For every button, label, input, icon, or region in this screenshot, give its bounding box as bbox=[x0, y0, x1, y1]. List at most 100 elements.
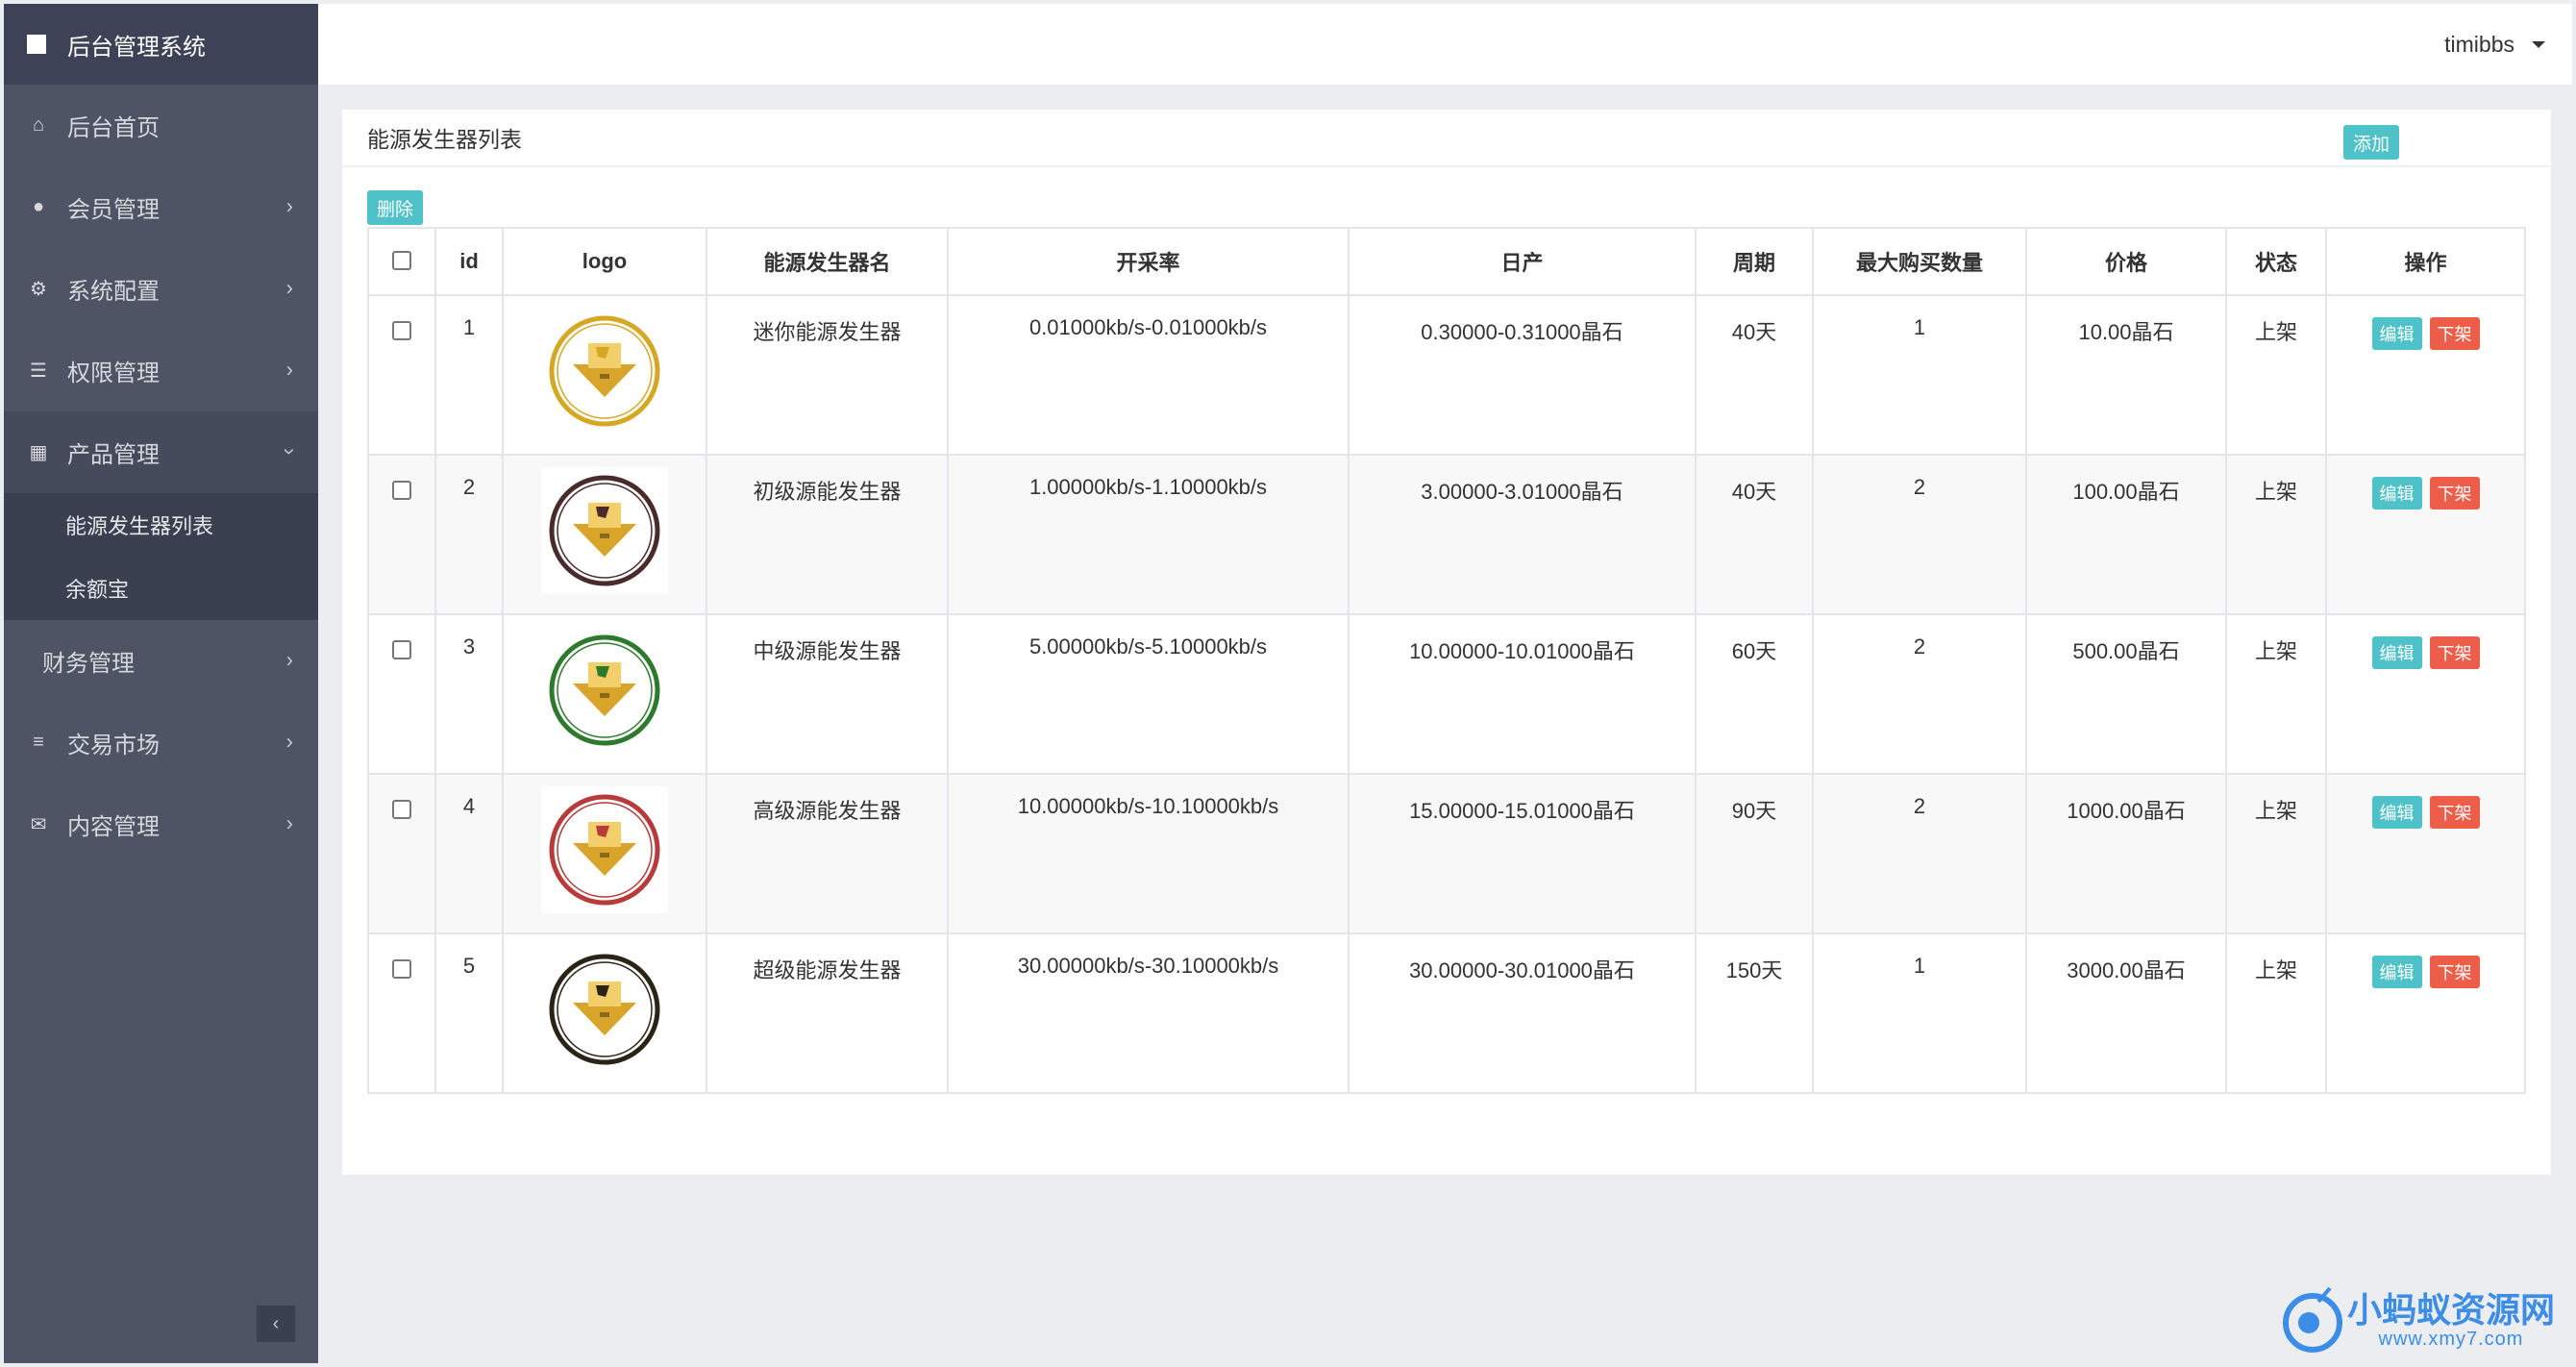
sidebar-item-permissions[interactable]: ☰ 权限管理 › bbox=[4, 330, 318, 411]
price-cell: 1000.00晶石 bbox=[2025, 773, 2227, 934]
tasks-icon: ☰ bbox=[30, 360, 47, 382]
watermark: 小蚂蚁资源网 www.xmy7.com bbox=[2280, 1284, 2555, 1357]
user-menu[interactable]: timibbs bbox=[2444, 32, 2545, 58]
column-header: id bbox=[434, 227, 504, 296]
status-cell: 上架 bbox=[2225, 454, 2327, 615]
generator-badge-icon bbox=[549, 634, 660, 746]
envelope-icon: ✉ bbox=[30, 814, 47, 835]
panel-header: 能源发生器列表 添加 bbox=[342, 110, 2551, 167]
rate-cell: 5.00000kb/s-5.10000kb/s bbox=[947, 613, 1350, 775]
app-title: 后台管理系统 bbox=[67, 34, 206, 61]
sidebar-item-label: 交易市场 bbox=[67, 733, 160, 758]
sidebar-item-label: 权限管理 bbox=[67, 360, 160, 386]
rate-cell: 30.00000kb/s-30.10000kb/s bbox=[947, 932, 1350, 1094]
windows-icon: ▦ bbox=[29, 442, 48, 463]
sidebar-item-content[interactable]: ✉ 内容管理 › bbox=[4, 783, 318, 865]
row-checkbox[interactable] bbox=[392, 481, 411, 500]
table-row: 3 中级源能发生器 5.00000kb/s-5.10000kb/s 10.00000-… bbox=[367, 613, 2526, 775]
period-cell: 40天 bbox=[1695, 454, 1814, 615]
table-row: 5 超级能源发生器 30.00000kb/s-30.10000kb/s 30.0000… bbox=[367, 932, 2526, 1094]
caret-down-icon bbox=[2532, 40, 2545, 48]
column-header: 周期 bbox=[1695, 227, 1814, 296]
delete-button[interactable]: 删除 bbox=[367, 190, 424, 225]
home-icon: ⌂ bbox=[32, 114, 45, 136]
name-cell: 初级源能发生器 bbox=[706, 454, 949, 615]
select-all-checkbox[interactable] bbox=[392, 251, 411, 270]
logo-cell bbox=[502, 773, 707, 934]
column-header: logo bbox=[502, 227, 707, 296]
row-select-cell bbox=[367, 773, 436, 934]
sidebar-item-home[interactable]: ⌂ 后台首页 bbox=[4, 85, 318, 166]
generator-logo bbox=[541, 946, 668, 1073]
price-cell: 10.00晶石 bbox=[2025, 294, 2227, 456]
name-cell: 迷你能源发生器 bbox=[706, 294, 949, 456]
table-row: 4 高级源能发生器 10.00000kb/s-10.10000kb/s 15.0000… bbox=[367, 773, 2526, 934]
sidebar-item-finance[interactable]: 财务管理 › bbox=[4, 620, 318, 702]
sidebar-item-market[interactable]: ≡ 交易市场 › bbox=[4, 702, 318, 783]
logo-cell bbox=[502, 294, 707, 456]
actions-cell: 编辑 下架 bbox=[2325, 613, 2526, 775]
status-cell: 上架 bbox=[2225, 773, 2327, 934]
chevron-right-icon: › bbox=[285, 275, 293, 300]
row-checkbox[interactable] bbox=[392, 321, 411, 340]
chevron-right-icon: › bbox=[285, 729, 293, 754]
row-checkbox[interactable] bbox=[392, 640, 411, 659]
watermark-text: 小蚂蚁资源网 bbox=[2346, 1289, 2555, 1330]
sidebar-subitem-generator-list[interactable]: 能源发生器列表 bbox=[4, 493, 318, 557]
rate-cell: 0.01000kb/s-0.01000kb/s bbox=[947, 294, 1350, 456]
actions-cell: 编辑 下架 bbox=[2325, 932, 2526, 1094]
status-cell: 上架 bbox=[2225, 294, 2327, 456]
unlist-button[interactable]: 下架 bbox=[2429, 796, 2480, 829]
column-header: 最大购买数量 bbox=[1812, 227, 2027, 296]
generator-badge-icon bbox=[549, 475, 660, 586]
max-cell: 2 bbox=[1812, 613, 2027, 775]
page-title: 能源发生器列表 bbox=[367, 127, 522, 152]
generator-table: id logo 能源发生器名 开采率 日产 周期 最大购买数量 价格 状态 操作… bbox=[367, 227, 2526, 1094]
column-header: 状态 bbox=[2225, 227, 2327, 296]
row-checkbox[interactable] bbox=[392, 959, 411, 979]
max-cell: 1 bbox=[1812, 932, 2027, 1094]
chevron-right-icon: › bbox=[285, 357, 293, 382]
chevron-right-icon: › bbox=[285, 810, 293, 835]
edit-button[interactable]: 编辑 bbox=[2371, 796, 2422, 829]
period-cell: 60天 bbox=[1695, 613, 1814, 775]
edit-button[interactable]: 编辑 bbox=[2371, 317, 2422, 350]
rate-cell: 1.00000kb/s-1.10000kb/s bbox=[947, 454, 1350, 615]
generator-badge-icon bbox=[549, 954, 660, 1065]
sidebar-item-members[interactable]: ● 会员管理 › bbox=[4, 166, 318, 248]
column-header: 操作 bbox=[2325, 227, 2526, 296]
chevron-left-icon: ‹ bbox=[272, 1312, 280, 1334]
logo-cell bbox=[502, 932, 707, 1094]
watermark-url: www.xmy7.com bbox=[2378, 1328, 2524, 1350]
unlist-button[interactable]: 下架 bbox=[2429, 636, 2480, 669]
row-checkbox[interactable] bbox=[392, 800, 411, 819]
table-row: 2 初级源能发生器 1.00000kb/s-1.10000kb/s 3.00000-3… bbox=[367, 454, 2526, 615]
status-cell: 上架 bbox=[2225, 613, 2327, 775]
rate-cell: 10.00000kb/s-10.10000kb/s bbox=[947, 773, 1350, 934]
sidebar-subitem-yuebao[interactable]: 余额宝 bbox=[4, 557, 318, 620]
app-title-bar[interactable]: 后台管理系统 bbox=[4, 4, 318, 85]
unlist-button[interactable]: 下架 bbox=[2429, 477, 2480, 510]
period-cell: 40天 bbox=[1695, 294, 1814, 456]
user-icon: ● bbox=[32, 196, 45, 217]
ant-logo-icon bbox=[2282, 1286, 2342, 1353]
id-cell: 5 bbox=[434, 932, 504, 1094]
chevron-right-icon: › bbox=[285, 193, 293, 218]
edit-button[interactable]: 编辑 bbox=[2371, 956, 2422, 988]
unlist-button[interactable]: 下架 bbox=[2429, 317, 2480, 350]
generator-logo bbox=[541, 308, 668, 435]
price-cell: 500.00晶石 bbox=[2025, 613, 2227, 775]
name-cell: 高级源能发生器 bbox=[706, 773, 949, 934]
name-cell: 超级能源发生器 bbox=[706, 932, 949, 1094]
logo-cell bbox=[502, 613, 707, 775]
logo-cell bbox=[502, 454, 707, 615]
sidebar-collapse-button[interactable]: ‹ bbox=[257, 1305, 295, 1342]
edit-button[interactable]: 编辑 bbox=[2371, 636, 2422, 669]
daily-cell: 15.00000-15.01000晶石 bbox=[1348, 773, 1697, 934]
daily-cell: 0.30000-0.31000晶石 bbox=[1348, 294, 1697, 456]
edit-button[interactable]: 编辑 bbox=[2371, 477, 2422, 510]
sidebar-item-products[interactable]: ▦ 产品管理 › bbox=[4, 411, 318, 493]
add-button[interactable]: 添加 bbox=[2343, 125, 2400, 160]
unlist-button[interactable]: 下架 bbox=[2429, 956, 2480, 988]
sidebar-item-system-config[interactable]: ⚙ 系统配置 › bbox=[4, 248, 318, 330]
